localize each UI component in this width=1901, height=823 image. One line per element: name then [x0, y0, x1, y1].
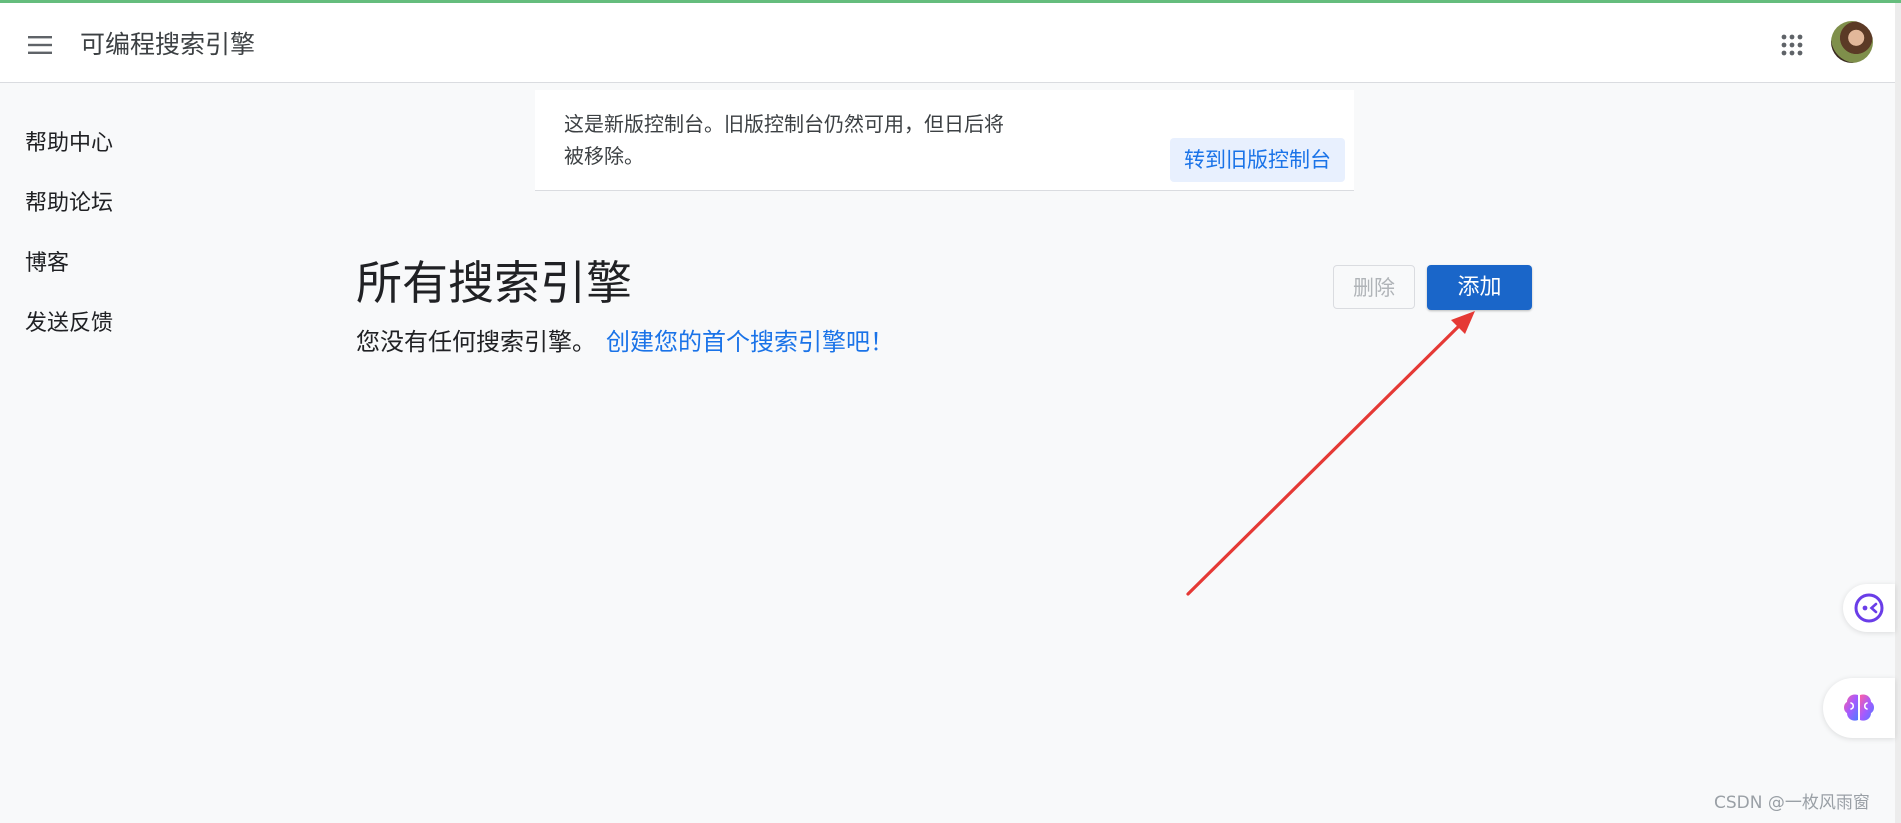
- google-apps-button[interactable]: [1774, 25, 1810, 65]
- add-button[interactable]: 添加: [1427, 265, 1532, 310]
- notice-line-2: 被移除。: [564, 144, 644, 168]
- floating-ai-button[interactable]: [1823, 678, 1895, 738]
- notice-message: 这是新版控制台。旧版控制台仍然可用，但日后将 被移除。: [564, 108, 1064, 172]
- delete-button[interactable]: 删除: [1333, 265, 1415, 309]
- hamburger-menu-icon: [28, 36, 52, 54]
- ai-brain-icon: [1844, 694, 1874, 721]
- main-menu-button[interactable]: [20, 25, 60, 65]
- notice-line-1: 这是新版控制台。旧版控制台仍然可用，但日后将: [564, 112, 1004, 136]
- sidebar-item-help-center[interactable]: 帮助中心: [25, 124, 113, 164]
- page-title: 所有搜索引擎: [356, 256, 632, 310]
- create-first-engine-link[interactable]: 创建您的首个搜索引擎吧！: [606, 328, 894, 356]
- go-to-legacy-console-button[interactable]: 转到旧版控制台: [1170, 138, 1345, 182]
- page-scrollbar[interactable]: [1895, 3, 1901, 823]
- chat-assistant-icon: [1854, 593, 1884, 623]
- app-header: 可编程搜索引擎: [0, 3, 1895, 83]
- empty-state-text: 您没有任何搜索引擎。: [356, 328, 596, 356]
- user-avatar[interactable]: [1831, 21, 1873, 63]
- csdn-watermark: CSDN @一枚风雨窗: [1714, 793, 1870, 813]
- empty-state-message: 您没有任何搜索引擎。 创建您的首个搜索引擎吧！: [356, 322, 894, 362]
- apps-grid-icon: [1781, 34, 1803, 56]
- sidebar-item-send-feedback[interactable]: 发送反馈: [25, 304, 113, 344]
- sidebar-item-blog[interactable]: 博客: [25, 244, 69, 284]
- app-title: 可编程搜索引擎: [80, 30, 256, 59]
- sidebar-item-help-forum[interactable]: 帮助论坛: [25, 184, 113, 224]
- floating-assistant-button[interactable]: [1843, 584, 1895, 632]
- new-console-notice: 这是新版控制台。旧版控制台仍然可用，但日后将 被移除。 转到旧版控制台: [535, 90, 1354, 191]
